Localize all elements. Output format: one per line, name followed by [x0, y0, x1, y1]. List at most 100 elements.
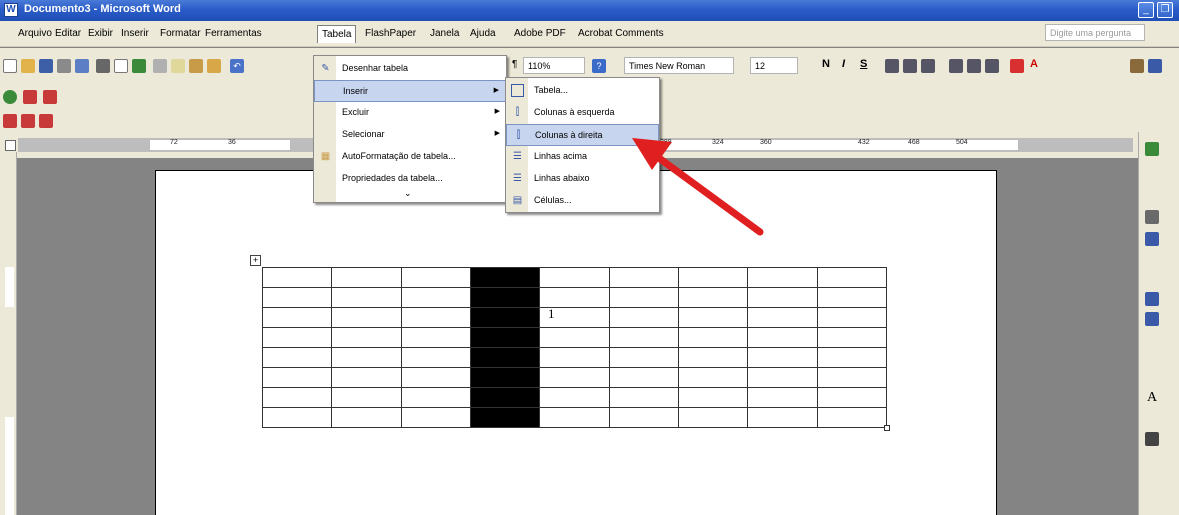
picture-icon[interactable] [1145, 232, 1159, 246]
table-cell[interactable] [608, 387, 679, 408]
table-cell[interactable] [608, 327, 679, 348]
menu-item-autoformatacao[interactable]: ▦ AutoFormatação de tabela... [314, 146, 506, 168]
acrobat-review-icon[interactable] [21, 114, 35, 128]
pdf-email-icon[interactable] [43, 90, 57, 104]
table-cell[interactable] [539, 367, 610, 388]
menu-formatar[interactable]: Formatar [156, 25, 205, 43]
table-cell[interactable] [677, 347, 749, 368]
menu-arquivo[interactable]: Arquivo [14, 25, 56, 43]
format-painter-icon[interactable] [207, 59, 221, 73]
table-cell[interactable] [331, 287, 402, 308]
font-name-combo[interactable]: Times New Roman [624, 57, 734, 74]
diagram-icon[interactable] [1145, 312, 1159, 326]
table-cell[interactable] [331, 387, 402, 408]
pen-icon[interactable] [1148, 59, 1162, 73]
table-cell[interactable] [400, 327, 471, 348]
table-cell[interactable] [608, 367, 679, 388]
menu-editar[interactable]: Editar [51, 25, 85, 43]
table-cell[interactable] [400, 387, 471, 408]
table-cell[interactable] [747, 407, 818, 428]
show-formatting-icon[interactable]: ¶ [512, 59, 517, 70]
table-cell[interactable] [677, 287, 749, 308]
table-cell[interactable] [816, 347, 888, 368]
ask-question-input[interactable]: Digite uma pergunta [1045, 24, 1145, 41]
bold-button[interactable]: N [822, 58, 830, 70]
table-cell[interactable] [816, 327, 888, 348]
font-color-button[interactable]: A [1030, 58, 1038, 70]
email-icon[interactable] [75, 59, 89, 73]
table-cell[interactable] [539, 347, 610, 368]
table-cell[interactable] [261, 347, 333, 368]
menu-item-propriedades[interactable]: Propriedades da tabela... [314, 168, 506, 190]
table-cell[interactable] [331, 347, 402, 368]
menu-adobe-pdf[interactable]: Adobe PDF [510, 25, 570, 43]
table-cell[interactable] [400, 367, 471, 388]
menu-inserir[interactable]: Inserir [117, 25, 153, 43]
table-cell[interactable] [677, 407, 749, 428]
table-cell[interactable] [816, 367, 888, 388]
align-left-icon[interactable] [885, 59, 899, 73]
open-folder-icon[interactable] [21, 59, 35, 73]
table-cell[interactable] [261, 387, 333, 408]
tools-icon[interactable] [1145, 432, 1159, 446]
italic-button[interactable]: I [842, 58, 845, 70]
table-cell[interactable] [677, 387, 749, 408]
word-app-icon[interactable]: W [4, 3, 18, 17]
table-cell[interactable] [747, 267, 818, 288]
table-cell[interactable] [677, 327, 749, 348]
menu-tabela[interactable]: Tabela [317, 25, 357, 43]
menu-item-inserir[interactable]: Inserir ▶ [314, 80, 506, 102]
draw-pencil-icon[interactable] [1130, 59, 1144, 73]
copy-icon[interactable] [171, 59, 185, 73]
table-cell[interactable] [469, 267, 541, 288]
submenu-item-tabela[interactable]: Tabela... [506, 80, 659, 102]
acrobat-comment-icon[interactable] [39, 114, 53, 128]
table-cell[interactable] [539, 387, 610, 408]
align-right-icon[interactable] [921, 59, 935, 73]
bullets-icon[interactable] [967, 59, 981, 73]
table-cell[interactable] [331, 307, 402, 328]
table-move-handle[interactable]: + [250, 255, 261, 266]
menu-flashpaper[interactable]: FlashPaper [361, 25, 420, 43]
table-cell[interactable] [539, 267, 610, 288]
menu-janela[interactable]: Janela [426, 25, 463, 43]
table-cell[interactable] [261, 287, 333, 308]
table-cell[interactable] [747, 307, 818, 328]
table-cell[interactable] [747, 387, 818, 408]
align-center-icon[interactable] [903, 59, 917, 73]
acrobat-icon[interactable] [3, 114, 17, 128]
restore-button[interactable]: ❐ [1157, 2, 1173, 18]
web-icon[interactable] [3, 90, 17, 104]
table-cell[interactable] [469, 307, 541, 328]
minimize-button[interactable]: _ [1138, 2, 1154, 18]
textbox-icon[interactable] [1145, 292, 1159, 306]
table-cell[interactable] [331, 327, 402, 348]
highlight-icon[interactable] [1010, 59, 1024, 73]
table-cell[interactable] [400, 347, 471, 368]
table-cell[interactable] [677, 267, 749, 288]
shape-icon[interactable] [1145, 210, 1159, 224]
table-cell[interactable] [539, 287, 610, 308]
menu-item-selecionar[interactable]: Selecionar ▶ [314, 124, 506, 146]
undo-icon[interactable]: ↶ [230, 59, 244, 73]
table-cell[interactable] [469, 287, 541, 308]
table-cell[interactable] [261, 367, 333, 388]
table-cell[interactable] [400, 267, 471, 288]
table-cell[interactable] [677, 307, 749, 328]
print-preview-icon[interactable] [114, 59, 128, 73]
table-cell[interactable] [539, 327, 610, 348]
document-table[interactable] [261, 267, 888, 428]
table-cell[interactable] [816, 267, 888, 288]
zoom-combo[interactable]: 110% [523, 57, 585, 74]
table-cell[interactable] [816, 287, 888, 308]
table-cell[interactable] [816, 407, 888, 428]
numbering-icon[interactable] [949, 59, 963, 73]
table-cell[interactable] [469, 347, 541, 368]
table-cell[interactable] [747, 347, 818, 368]
underline-button[interactable]: S [860, 58, 867, 70]
spelling-icon[interactable] [132, 59, 146, 73]
table-cell[interactable] [400, 287, 471, 308]
table-cell[interactable] [261, 307, 333, 328]
table-cell[interactable] [608, 287, 679, 308]
table-cell[interactable] [747, 327, 818, 348]
